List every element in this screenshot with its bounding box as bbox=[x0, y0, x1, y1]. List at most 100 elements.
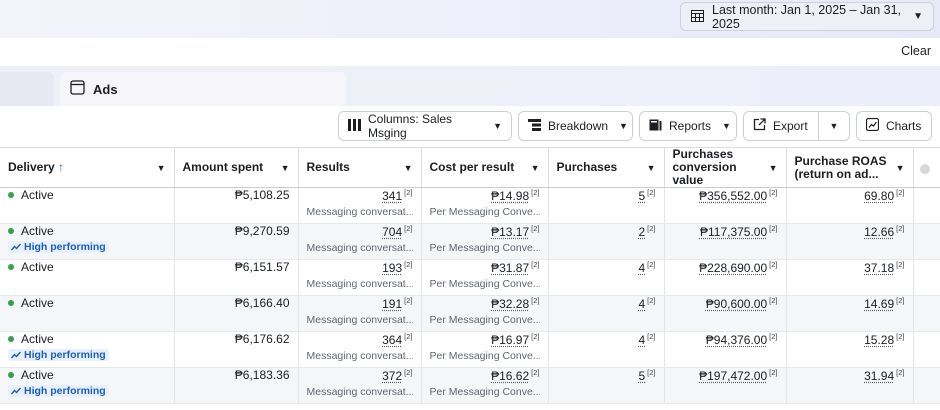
high-performing-label: High performing bbox=[24, 349, 106, 361]
add-column-header[interactable] bbox=[913, 148, 940, 188]
results-type: Messaging conversat... bbox=[307, 278, 413, 290]
footnote-marker: [2] bbox=[404, 188, 412, 197]
purchases-conversion-value[interactable]: ₱94,376.00 bbox=[706, 333, 767, 347]
charts-button[interactable]: Charts bbox=[856, 111, 932, 141]
purchases-conversion-value[interactable]: ₱90,600.00 bbox=[706, 297, 767, 311]
date-range-picker[interactable]: Last month: Jan 1, 2025 – Jan 31, 2025 ▼ bbox=[680, 2, 934, 31]
breakdown-button[interactable]: Breakdown ▼ bbox=[518, 111, 633, 141]
column-header-results[interactable]: Results ▼ bbox=[298, 148, 421, 188]
footnote-marker: [2] bbox=[769, 332, 777, 341]
cost-per-result-type: Per Messaging Conve... bbox=[430, 314, 540, 326]
add-column-cell bbox=[913, 188, 940, 224]
purchases-cell: 5 [2] bbox=[548, 188, 664, 224]
tab-ads[interactable]: Ads bbox=[60, 72, 346, 106]
results-value[interactable]: 372 bbox=[382, 369, 402, 383]
footnote-marker: [2] bbox=[404, 368, 412, 377]
chevron-down-icon[interactable]: ▼ bbox=[531, 163, 540, 173]
add-column-icon[interactable] bbox=[920, 164, 930, 174]
chevron-down-icon[interactable]: ▼ bbox=[157, 163, 166, 173]
export-button[interactable]: Export bbox=[743, 111, 819, 141]
sort-ascending-icon[interactable]: ↑ bbox=[58, 160, 64, 174]
high-performing-badge: High performing bbox=[8, 241, 109, 253]
column-header-purchases-conversion-value[interactable]: Purchases conversion value ▼ bbox=[664, 148, 786, 188]
purchases-value[interactable]: 4 bbox=[638, 333, 645, 347]
column-header-amount-spent[interactable]: Amount spent ▼ bbox=[174, 148, 298, 188]
purchase-roas-cell: 14.69 [2] bbox=[786, 296, 913, 332]
purchase-roas-value[interactable]: 69.80 bbox=[864, 189, 894, 203]
cost-per-result-value[interactable]: ₱31.87 bbox=[491, 261, 529, 275]
results-value[interactable]: 364 bbox=[382, 333, 402, 347]
table-row[interactable]: Active High performing ₱6,183.36 372 [2] M… bbox=[0, 368, 940, 404]
chevron-down-icon[interactable]: ▼ bbox=[896, 163, 905, 173]
chevron-down-icon[interactable]: ▼ bbox=[769, 163, 778, 173]
column-header-purchase-roas[interactable]: Purchase ROAS (return on ad... ▼ bbox=[786, 148, 913, 188]
column-header-cost-per-result[interactable]: Cost per result ▼ bbox=[421, 148, 548, 188]
cost-per-result-value[interactable]: ₱32.28 bbox=[491, 297, 529, 311]
column-header-delivery[interactable]: Delivery ↑ ▼ bbox=[0, 148, 174, 188]
purchases-value[interactable]: 2 bbox=[638, 225, 645, 239]
footnote-marker: [2] bbox=[531, 296, 539, 305]
tab-adsets[interactable] bbox=[0, 72, 54, 106]
status-dot-icon bbox=[8, 228, 14, 234]
purchase-roas-value[interactable]: 12.66 bbox=[864, 225, 894, 239]
chevron-down-icon[interactable]: ▼ bbox=[404, 163, 413, 173]
cost-per-result-value[interactable]: ₱16.97 bbox=[491, 333, 529, 347]
table-row[interactable]: Active ₱6,151.57 193 [2] Messaging convers… bbox=[0, 260, 940, 296]
purchase-roas-cell: 31.94 [2] bbox=[786, 368, 913, 404]
column-header-purchases[interactable]: Purchases ▼ bbox=[548, 148, 664, 188]
footnote-marker: [2] bbox=[896, 368, 904, 377]
footnote-marker: [2] bbox=[647, 332, 655, 341]
purchase-roas-cell: 12.66 [2] bbox=[786, 224, 913, 260]
purchases-cell: 4 [2] bbox=[548, 296, 664, 332]
table-row[interactable]: Active ₱6,166.40 191 [2] Messaging convers… bbox=[0, 296, 940, 332]
footnote-marker: [2] bbox=[647, 224, 655, 233]
ad-frame-icon bbox=[70, 80, 85, 98]
footnote-marker: [2] bbox=[404, 260, 412, 269]
footnote-marker: [2] bbox=[531, 260, 539, 269]
table-row[interactable]: Active High performing ₱9,270.59 704 [2] M… bbox=[0, 224, 940, 260]
breakdown-label: Breakdown bbox=[548, 119, 608, 133]
results-value[interactable]: 704 bbox=[382, 225, 402, 239]
purchases-conversion-value[interactable]: ₱356,552.00 bbox=[699, 189, 767, 203]
chevron-down-icon[interactable]: ▼ bbox=[281, 163, 290, 173]
reports-button[interactable]: Reports ▼ bbox=[639, 111, 737, 141]
purchases-conversion-value[interactable]: ₱197,472.00 bbox=[699, 369, 767, 383]
purchases-conversion-value-cell: ₱94,376.00 [2] bbox=[664, 332, 786, 368]
purchases-value[interactable]: 4 bbox=[638, 297, 645, 311]
delivery-cell: Active High performing bbox=[0, 224, 174, 260]
chevron-down-icon: ▼ bbox=[493, 121, 502, 131]
clear-filters-button[interactable]: Clear bbox=[901, 44, 931, 58]
results-value[interactable]: 193 bbox=[382, 261, 402, 275]
chevron-down-icon[interactable]: ▼ bbox=[647, 163, 656, 173]
purchases-conversion-value[interactable]: ₱117,375.00 bbox=[700, 225, 767, 239]
results-value[interactable]: 341 bbox=[382, 189, 402, 203]
purchases-value[interactable]: 5 bbox=[638, 189, 645, 203]
export-menu-button[interactable]: ▼ bbox=[818, 111, 850, 141]
high-performing-badge: High performing bbox=[8, 385, 109, 397]
export-icon bbox=[753, 118, 766, 134]
purchase-roas-value[interactable]: 37.18 bbox=[864, 261, 894, 275]
purchases-value[interactable]: 4 bbox=[638, 261, 645, 275]
chevron-down-icon: ▼ bbox=[722, 121, 731, 131]
status-dot-icon bbox=[8, 192, 14, 198]
footnote-marker: [2] bbox=[647, 260, 655, 269]
table-row[interactable]: Active ₱5,108.25 341 [2] Messaging convers… bbox=[0, 188, 940, 224]
results-value[interactable]: 191 bbox=[382, 297, 402, 311]
purchases-conversion-value[interactable]: ₱228,690.00 bbox=[699, 261, 767, 275]
purchases-conversion-value-cell: ₱90,600.00 [2] bbox=[664, 296, 786, 332]
footnote-marker: [2] bbox=[896, 260, 904, 269]
purchases-value[interactable]: 5 bbox=[638, 369, 645, 383]
results-type: Messaging conversat... bbox=[307, 350, 413, 362]
delivery-cell: Active bbox=[0, 260, 174, 296]
footnote-marker: [2] bbox=[769, 368, 777, 377]
table-row[interactable]: Active High performing ₱6,176.62 364 [2] M… bbox=[0, 332, 940, 368]
purchase-roas-value[interactable]: 15.28 bbox=[864, 333, 894, 347]
footnote-marker: [2] bbox=[647, 188, 655, 197]
purchase-roas-value[interactable]: 14.69 bbox=[864, 297, 894, 311]
columns-button[interactable]: Columns: Sales Msging ▼ bbox=[338, 111, 512, 141]
cost-per-result-value[interactable]: ₱16.62 bbox=[491, 369, 529, 383]
cost-per-result-value[interactable]: ₱13.17 bbox=[491, 225, 529, 239]
purchase-roas-value[interactable]: 31.94 bbox=[864, 369, 894, 383]
purchases-cell: 5 [2] bbox=[548, 368, 664, 404]
cost-per-result-value[interactable]: ₱14.98 bbox=[491, 189, 529, 203]
